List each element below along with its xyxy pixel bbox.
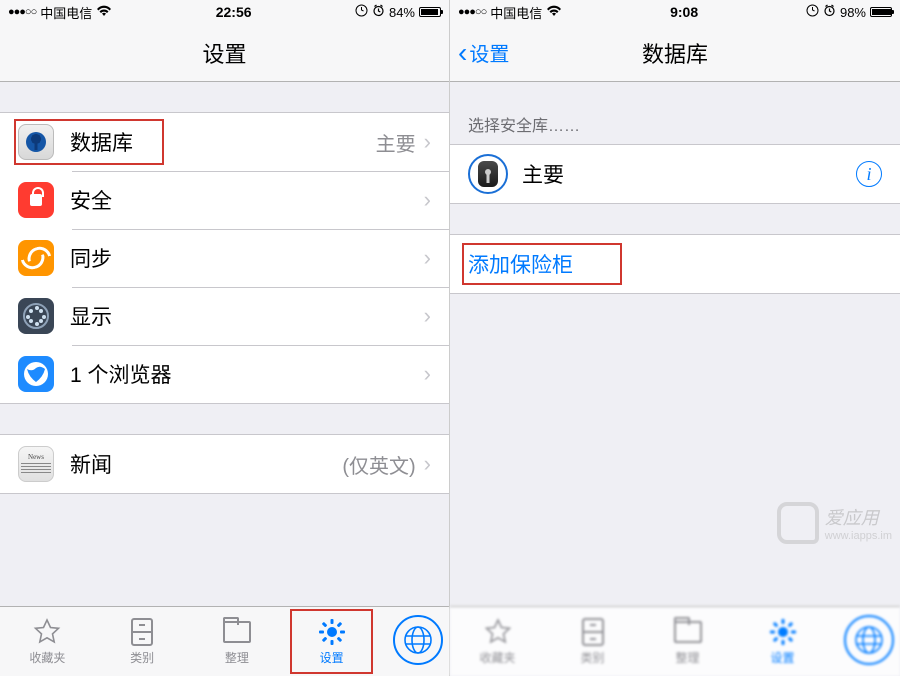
page-title: 设置 <box>202 37 246 69</box>
sync-icon <box>18 240 54 276</box>
tab-bar: 收藏夹 类别 整理 设置 <box>0 606 449 676</box>
folder-icon <box>673 618 703 646</box>
tab-organize[interactable]: 整理 <box>640 607 735 676</box>
row-label: 数据库 <box>70 127 376 157</box>
row-label: 安全 <box>70 185 424 215</box>
back-button[interactable]: ‹ 设置 <box>458 24 509 81</box>
battery-icon <box>870 7 892 17</box>
globe-icon <box>18 356 54 392</box>
row-add-vault[interactable]: 添加保险柜 <box>450 235 900 293</box>
nav-bar: ‹ 设置 数据库 <box>450 24 900 82</box>
row-database[interactable]: 数据库 主要 › <box>0 113 449 171</box>
tab-label: 类别 <box>580 649 604 666</box>
tab-browser-globe[interactable] <box>830 607 900 676</box>
database-icon <box>18 124 54 160</box>
tab-organize[interactable]: 整理 <box>190 607 285 676</box>
tab-favorites[interactable]: 收藏夹 <box>450 607 545 676</box>
back-label: 设置 <box>469 38 509 67</box>
tab-bar: 收藏夹 类别 整理 设置 <box>450 606 900 676</box>
chevron-right-icon: › <box>424 129 431 155</box>
row-browser[interactable]: 1 个浏览器 › <box>0 345 449 403</box>
rotation-lock-icon <box>355 4 368 20</box>
signal-strength-icon: ●●●○○ <box>8 6 36 18</box>
clock-time: 22:56 <box>216 4 252 20</box>
globe-circle-icon <box>393 615 443 665</box>
alarm-icon <box>823 4 836 20</box>
rotation-lock-icon <box>806 4 819 20</box>
row-label: 1 个浏览器 <box>70 359 424 389</box>
gear-icon <box>317 618 347 646</box>
row-sync[interactable]: 同步 › <box>0 229 449 287</box>
tab-label: 收藏夹 <box>29 649 65 666</box>
battery-percent: 84% <box>389 5 415 20</box>
tab-categories[interactable]: 类别 <box>545 607 640 676</box>
vault-icon <box>468 154 508 194</box>
clock-time: 9:08 <box>670 4 698 20</box>
wifi-icon <box>96 5 112 20</box>
row-security[interactable]: 安全 › <box>0 171 449 229</box>
battery-percent: 98% <box>840 5 866 20</box>
tab-label: 整理 <box>225 649 249 666</box>
watermark-brand: 爱应用 <box>825 508 879 528</box>
row-detail: 主要 <box>376 128 416 157</box>
screen-database: ●●●○○ 中国电信 9:08 98% ‹ 设置 数据库 选择安全库…… <box>450 0 900 676</box>
tab-settings[interactable]: 设置 <box>284 607 379 676</box>
row-display[interactable]: 显示 › <box>0 287 449 345</box>
row-label: 新闻 <box>70 449 342 479</box>
display-icon <box>18 298 54 334</box>
info-button[interactable]: i <box>856 161 882 187</box>
row-detail: (仅英文) <box>342 450 415 479</box>
add-vault-label: 添加保险柜 <box>468 249 882 279</box>
tab-label: 类别 <box>130 649 154 666</box>
tab-browser-globe[interactable] <box>379 607 449 676</box>
tab-categories[interactable]: 类别 <box>95 607 190 676</box>
lock-icon <box>18 182 54 218</box>
row-news[interactable]: News 新闻 (仅英文) › <box>0 435 449 493</box>
nav-bar: 设置 <box>0 24 449 82</box>
watermark: 爱应用 www.iapps.im <box>777 502 892 544</box>
chevron-right-icon: › <box>424 451 431 477</box>
tab-label: 整理 <box>675 649 699 666</box>
tab-label: 设置 <box>320 649 344 666</box>
chevron-right-icon: › <box>424 361 431 387</box>
tab-label: 收藏夹 <box>479 649 515 666</box>
screen-settings: ●●●○○ 中国电信 22:56 84% 设置 数 <box>0 0 450 676</box>
carrier-label: 中国电信 <box>40 3 92 22</box>
row-vault-primary[interactable]: 主要 i <box>450 145 900 203</box>
settings-list: 数据库 主要 › 安全 › 同步 › <box>0 82 449 606</box>
watermark-icon <box>777 502 819 544</box>
battery-icon <box>419 7 441 17</box>
carrier-label: 中国电信 <box>490 3 542 22</box>
chevron-right-icon: › <box>424 245 431 271</box>
cabinet-icon <box>127 618 157 646</box>
section-header: 选择安全库…… <box>450 112 900 144</box>
status-bar: ●●●○○ 中国电信 9:08 98% <box>450 0 900 24</box>
database-content: 选择安全库…… 主要 i 添加保险柜 爱应用 www.iapps.im <box>450 82 900 606</box>
news-icon: News <box>18 446 54 482</box>
signal-strength-icon: ●●●○○ <box>458 6 486 18</box>
globe-circle-icon <box>844 615 894 665</box>
wifi-icon <box>546 5 562 20</box>
star-icon <box>32 618 62 646</box>
chevron-right-icon: › <box>424 187 431 213</box>
star-icon <box>483 618 513 646</box>
tab-label: 设置 <box>770 649 794 666</box>
tab-settings[interactable]: 设置 <box>735 607 830 676</box>
tab-favorites[interactable]: 收藏夹 <box>0 607 95 676</box>
row-label: 主要 <box>522 159 856 189</box>
status-bar: ●●●○○ 中国电信 22:56 84% <box>0 0 449 24</box>
chevron-left-icon: ‹ <box>458 39 467 67</box>
row-label: 同步 <box>70 243 424 273</box>
gear-icon <box>768 618 798 646</box>
cabinet-icon <box>578 618 608 646</box>
folder-icon <box>222 618 252 646</box>
page-title: 数据库 <box>642 37 708 69</box>
chevron-right-icon: › <box>424 303 431 329</box>
alarm-icon <box>372 4 385 20</box>
row-label: 显示 <box>70 301 424 331</box>
watermark-url: www.iapps.im <box>825 530 892 542</box>
